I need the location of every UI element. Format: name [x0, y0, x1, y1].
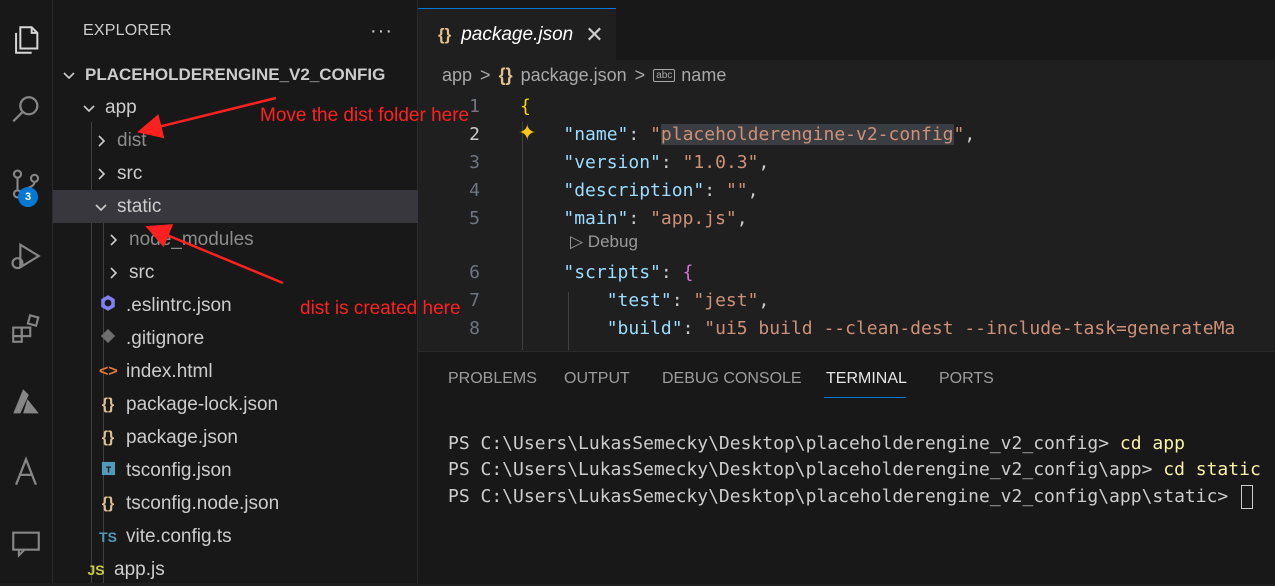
sparkle-icon[interactable]: ✦	[518, 120, 536, 146]
explorer-title: EXPLORER	[83, 22, 172, 39]
tree-folder-static-src[interactable]: src	[53, 256, 469, 289]
azure-a-icon[interactable]	[0, 448, 52, 496]
eslint-icon	[99, 294, 117, 317]
tab-ports[interactable]: PORTS	[939, 370, 994, 388]
annotation-dist-created: dist is created here	[300, 298, 461, 319]
active-tab-indicator	[824, 397, 906, 398]
javascript-icon: JS	[87, 561, 105, 578]
tree-file-tsconfig[interactable]: T tsconfig.json	[53, 454, 463, 487]
tree-file-package-json[interactable]: {} package.json	[53, 421, 463, 454]
tree-file-index-html[interactable]: <> index.html	[53, 355, 463, 388]
tree-file-app-js[interactable]: JS app.js	[53, 553, 451, 586]
debug-codelens[interactable]: ▷ Debug	[570, 232, 638, 252]
workspace-root[interactable]: PLACEHOLDERENGINE_V2_CONFIG	[53, 58, 425, 91]
more-actions-icon[interactable]: ···	[370, 20, 393, 43]
code-line: 2 "name": "placeholderengine-v2-config",	[469, 123, 976, 145]
terminal-line: PS C:\Users\LukasSemecky\Desktop\placeho…	[448, 459, 1261, 480]
json-icon: {}	[101, 395, 115, 413]
tsconfig-icon: T	[99, 461, 117, 481]
terminal-line: PS C:\Users\LukasSemecky\Desktop\placeho…	[448, 433, 1185, 454]
editor-tab-bar: {} package.json ✕	[418, 0, 1275, 61]
chevron-right-icon: >	[634, 64, 646, 85]
code-line: 6 "scripts": {	[469, 261, 694, 283]
chevron-down-icon	[61, 67, 77, 83]
chevron-right-icon: >	[480, 64, 491, 85]
tree-label: dist	[117, 129, 147, 151]
code-line: 7 "test": "jest",	[469, 289, 770, 311]
tab-label: package.json	[461, 24, 574, 45]
chevron-right-icon	[105, 232, 121, 248]
json-icon: {}	[101, 428, 115, 446]
explorer-sidebar: EXPLORER ··· PLACEHOLDERENGINE_V2_CONFIG…	[53, 0, 457, 583]
terminal-cursor	[1241, 485, 1254, 509]
azure-icon[interactable]	[0, 378, 52, 426]
breadcrumb-item-file[interactable]: package.json	[521, 65, 627, 86]
tab-terminal[interactable]: TERMINAL	[826, 370, 907, 388]
tree-label: vite.config.ts	[126, 525, 232, 547]
chevron-down-icon	[81, 100, 97, 116]
tree-label: node_modules	[129, 228, 254, 250]
search-icon[interactable]	[0, 86, 52, 134]
tree-folder-static[interactable]: static	[53, 190, 457, 223]
tree-label: static	[117, 195, 162, 217]
code-line: 8 "build": "ui5 build --clean-dest --inc…	[469, 317, 1236, 339]
activity-bar: 3	[0, 0, 53, 583]
breadcrumb: app > {} package.json > abc name	[442, 62, 726, 88]
tree-folder-node-modules[interactable]: node_modules	[53, 223, 469, 256]
tree-label: app	[105, 96, 137, 118]
annotation-move-dist: Move the dist folder here	[260, 105, 470, 126]
code-line-partial	[418, 342, 1275, 350]
terminal-line[interactable]: PS C:\Users\LukasSemecky\Desktop\placeho…	[448, 485, 1254, 511]
tree-folder-src[interactable]: src	[53, 157, 457, 190]
breadcrumb-item-symbol[interactable]: name	[681, 65, 726, 86]
tree-label: tsconfig.json	[126, 459, 232, 481]
bottom-panel: PROBLEMS OUTPUT DEBUG CONSOLE TERMINAL P…	[418, 351, 1275, 584]
tree-label: .gitignore	[126, 327, 205, 349]
code-editor[interactable]: 1 { 2 "name": "placeholderengine-v2-conf…	[418, 92, 1275, 350]
tree-label: tsconfig.node.json	[126, 492, 280, 514]
code-line: 5 "main": "app.js",	[469, 207, 748, 229]
chevron-right-icon	[93, 133, 109, 149]
tree-file-vite-config[interactable]: TS vite.config.ts	[53, 520, 463, 553]
tab-output[interactable]: OUTPUT	[564, 370, 630, 388]
tree-folder-dist[interactable]: dist	[53, 124, 457, 157]
close-icon[interactable]: ✕	[585, 22, 603, 48]
chevron-right-icon	[105, 265, 121, 281]
svg-text:T: T	[105, 465, 111, 474]
tab-debug-console[interactable]: DEBUG CONSOLE	[662, 370, 802, 388]
code-line: 4 "description": "",	[469, 179, 759, 201]
workspace-root-label: PLACEHOLDERENGINE_V2_CONFIG	[85, 64, 386, 84]
tree-label: package.json	[126, 426, 238, 448]
extensions-icon[interactable]	[0, 305, 52, 353]
tree-file-tsconfig-node[interactable]: {} tsconfig.node.json	[53, 487, 463, 520]
explorer-icon[interactable]	[0, 16, 52, 64]
git-icon	[99, 328, 117, 349]
tree-file-gitignore[interactable]: .gitignore	[53, 322, 463, 355]
remote-chat-icon[interactable]	[0, 520, 52, 568]
tree-label: package-lock.json	[126, 393, 279, 415]
json-icon: {}	[101, 494, 115, 512]
tree-label: index.html	[126, 360, 213, 382]
typescript-icon: TS	[99, 528, 117, 545]
tree-label: src	[129, 261, 155, 283]
code-line: 3 "version": "1.0.3",	[469, 151, 770, 173]
tab-package-json[interactable]: {} package.json ✕	[418, 8, 616, 61]
scm-count-badge: 3	[18, 187, 38, 207]
breadcrumb-item-app[interactable]: app	[442, 65, 472, 86]
chevron-right-icon	[93, 166, 109, 182]
tree-label: .eslintrc.json	[126, 294, 232, 316]
chevron-down-icon	[93, 199, 109, 215]
json-icon: {}	[498, 64, 513, 85]
code-line: 1 {	[469, 95, 531, 117]
editor-area: {} package.json ✕ app > {} package.json …	[418, 0, 1275, 350]
tree-label: app.js	[114, 558, 165, 580]
json-icon: {}	[438, 25, 452, 44]
run-debug-icon[interactable]	[0, 232, 52, 280]
tab-problems[interactable]: PROBLEMS	[448, 370, 537, 388]
tree-label: src	[117, 162, 143, 184]
string-symbol-icon: abc	[653, 68, 676, 82]
html-icon: <>	[99, 362, 118, 380]
tree-file-package-lock[interactable]: {} package-lock.json	[53, 388, 463, 421]
